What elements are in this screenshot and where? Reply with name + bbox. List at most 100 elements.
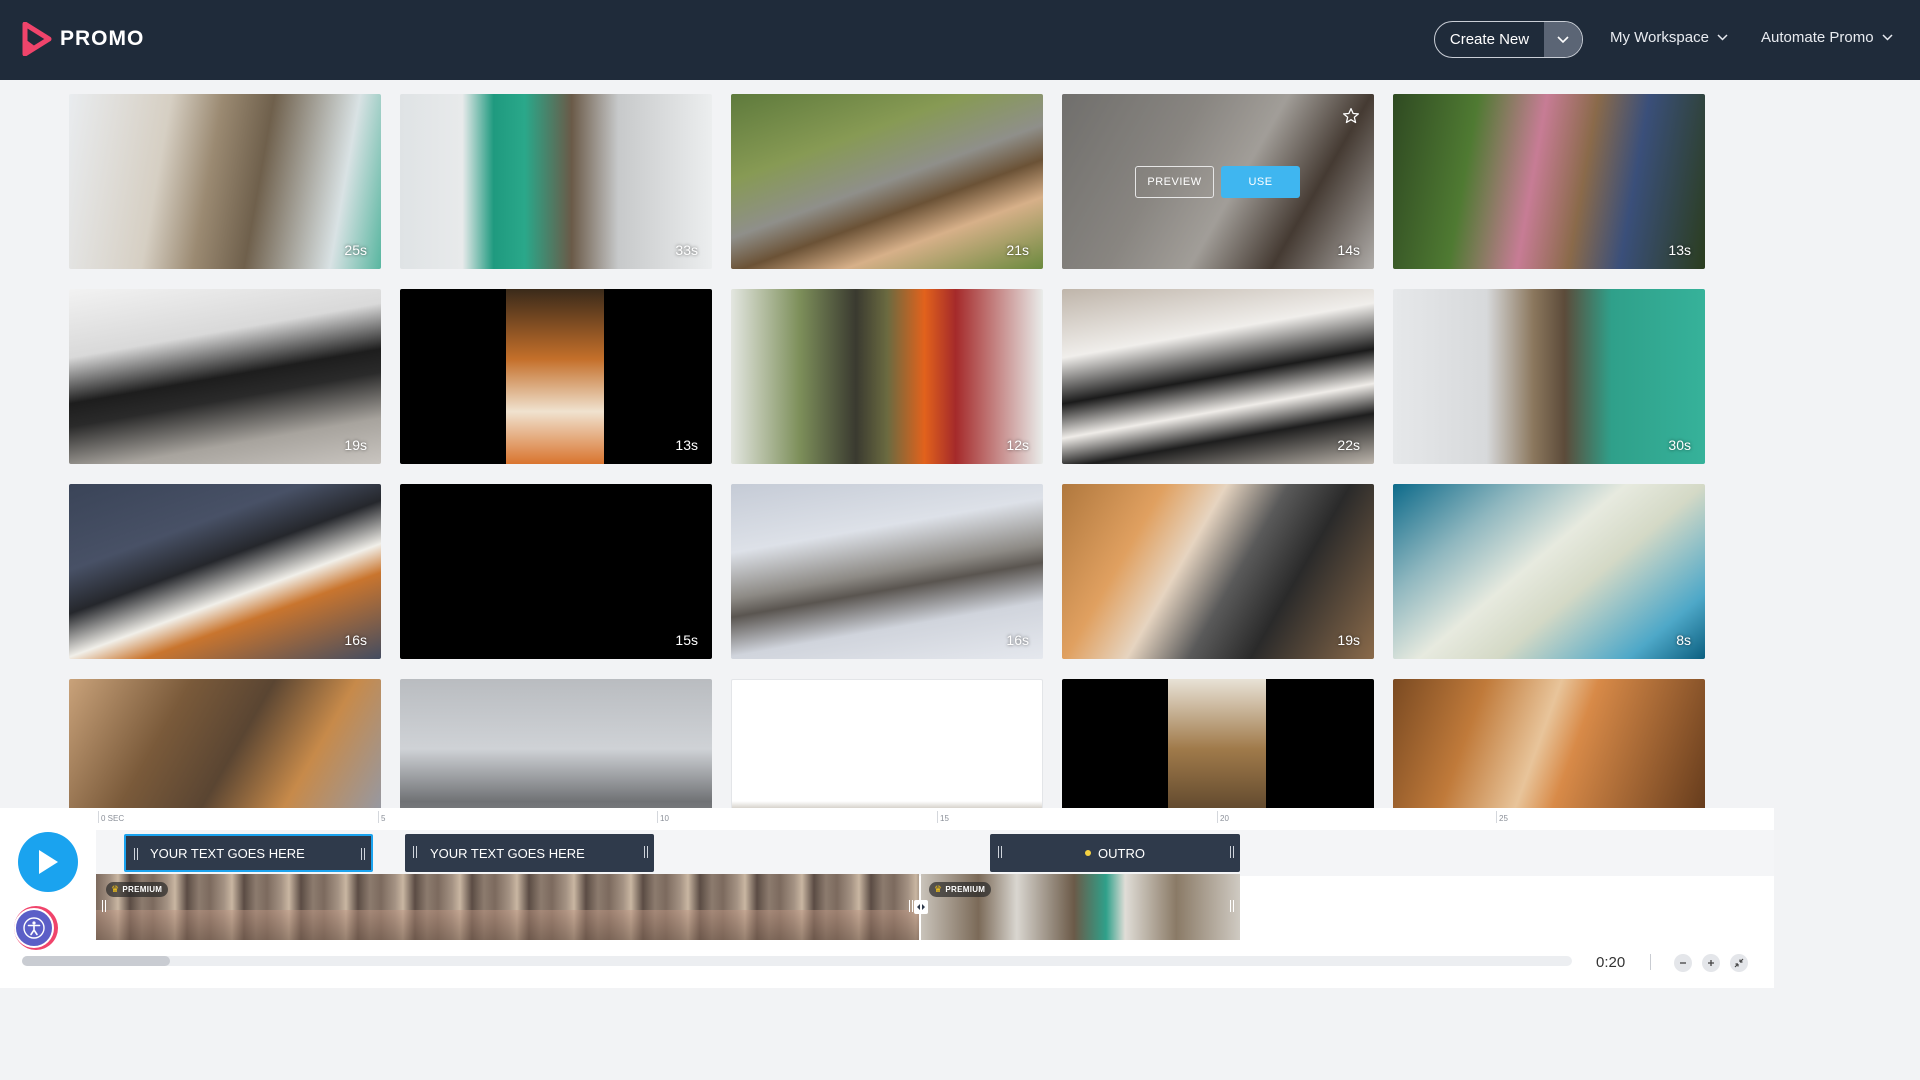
video-card[interactable]: 25s <box>69 94 381 269</box>
ruler-tick: 25 <box>1496 811 1508 823</box>
video-duration: 22s <box>1337 437 1360 453</box>
video-card[interactable]: 33s <box>400 94 712 269</box>
clip-left-handle[interactable] <box>134 848 138 860</box>
video-card[interactable]: 8s <box>1393 484 1705 659</box>
promo-logo[interactable]: PROMO <box>22 22 144 56</box>
automate-promo-label: Automate Promo <box>1761 29 1874 46</box>
plus-icon <box>1708 960 1714 966</box>
video-duration: 16s <box>1006 632 1029 648</box>
video-template-grid: 25s 33s 21s PREVIEW USE 14s 13s 19s 13s … <box>0 80 1920 808</box>
premium-label: PREMIUM <box>945 885 986 894</box>
clip-left-handle[interactable] <box>998 846 1002 858</box>
outro-clip[interactable]: OUTRO <box>990 834 1240 872</box>
video-duration: 13s <box>675 437 698 453</box>
accessibility-button[interactable] <box>14 906 58 950</box>
zoom-in-button[interactable] <box>1702 954 1720 972</box>
hover-overlay <box>1062 94 1374 269</box>
video-duration: 8s <box>1676 632 1691 648</box>
video-card[interactable] <box>1393 679 1705 808</box>
star-icon[interactable] <box>1342 107 1360 125</box>
video-duration: 13s <box>1668 242 1691 258</box>
video-card[interactable]: 16s <box>731 484 1043 659</box>
clip-left-handle[interactable] <box>413 846 417 858</box>
clip-left-handle[interactable] <box>102 900 106 912</box>
timeline-scroll-thumb[interactable] <box>22 956 170 966</box>
time-ruler[interactable]: 0 SEC 5 10 15 20 25 <box>96 810 1774 832</box>
video-duration: 16s <box>344 632 367 648</box>
crown-icon: ♛ <box>934 884 943 894</box>
video-duration: 14s <box>1337 242 1360 258</box>
video-card[interactable]: 15s <box>400 484 712 659</box>
video-card[interactable]: 21s <box>731 94 1043 269</box>
ruler-tick: 5 <box>377 811 386 823</box>
preview-button[interactable]: PREVIEW <box>1135 166 1214 198</box>
create-new-split-button: Create New <box>1434 21 1583 58</box>
text-clip-label: YOUR TEXT GOES HERE <box>430 845 585 861</box>
create-new-button[interactable]: Create New <box>1435 22 1544 57</box>
video-card-hovered[interactable]: PREVIEW USE 14s <box>1062 94 1374 269</box>
video-card[interactable] <box>731 679 1043 808</box>
video-frame <box>506 289 604 464</box>
text-clip-label: YOUR TEXT GOES HERE <box>150 845 305 861</box>
video-card[interactable]: 19s <box>69 289 381 464</box>
video-card[interactable]: 16s <box>69 484 381 659</box>
chevron-down-icon <box>1882 34 1893 41</box>
timeline-scrollbar[interactable] <box>22 956 1572 966</box>
text-track: YOUR TEXT GOES HERE YOUR TEXT GOES HERE … <box>96 830 1774 876</box>
video-duration: 19s <box>344 437 367 453</box>
fit-to-screen-button[interactable] <box>1730 954 1748 972</box>
video-duration: 19s <box>1337 632 1360 648</box>
play-button[interactable] <box>18 832 78 892</box>
text-clip[interactable]: YOUR TEXT GOES HERE <box>124 834 373 872</box>
chevron-down-icon <box>1717 34 1728 41</box>
clip-right-handle[interactable] <box>1230 846 1234 858</box>
accessibility-icon-wrap <box>14 908 54 948</box>
video-card[interactable] <box>69 679 381 808</box>
top-navigation-bar: PROMO Create New My Workspace Automate P… <box>0 0 1920 80</box>
ruler-tick: 0 SEC <box>97 811 125 823</box>
video-card[interactable]: 19s <box>1062 484 1374 659</box>
clip-right-handle[interactable] <box>361 848 365 860</box>
my-workspace-menu[interactable]: My Workspace <box>1610 29 1728 46</box>
automate-promo-menu[interactable]: Automate Promo <box>1761 29 1893 46</box>
video-duration: 15s <box>675 632 698 648</box>
accessibility-icon <box>23 917 45 939</box>
chevron-down-icon <box>1557 35 1569 43</box>
video-clip[interactable]: ♛ PREMIUM <box>921 874 1240 940</box>
video-card[interactable]: 12s <box>731 289 1043 464</box>
premium-label: PREMIUM <box>122 885 163 894</box>
video-card[interactable]: 13s <box>400 289 712 464</box>
video-clip[interactable]: ♛ PREMIUM <box>96 874 919 940</box>
collapse-arrows-icon <box>1734 958 1744 968</box>
my-workspace-label: My Workspace <box>1610 29 1709 46</box>
video-card[interactable]: 30s <box>1393 289 1705 464</box>
create-new-dropdown-toggle[interactable] <box>1544 22 1582 57</box>
ruler-tick: 15 <box>937 811 949 823</box>
zoom-out-button[interactable] <box>1674 954 1692 972</box>
use-button[interactable]: USE <box>1221 166 1300 198</box>
video-card[interactable]: 13s <box>1393 94 1705 269</box>
video-duration: 25s <box>344 242 367 258</box>
clip-right-handle[interactable] <box>909 900 913 912</box>
video-card[interactable] <box>400 679 712 808</box>
total-duration: 0:20 <box>1596 954 1626 971</box>
transition-swap-icon <box>917 904 925 910</box>
clip-right-handle[interactable] <box>644 846 648 858</box>
video-frame <box>1168 679 1266 808</box>
ruler-tick: 20 <box>1217 811 1229 823</box>
clip-right-handle[interactable] <box>1230 900 1234 912</box>
promo-logo-icon <box>22 22 52 56</box>
outro-clip-label: OUTRO <box>1098 845 1145 861</box>
transition-icon[interactable] <box>914 900 928 914</box>
premium-badge: ♛ PREMIUM <box>929 882 992 897</box>
outro-dot-icon <box>1085 850 1092 856</box>
video-duration: 30s <box>1668 437 1691 453</box>
clip-scene-shade <box>96 910 919 940</box>
ruler-tick: 10 <box>657 811 669 823</box>
video-duration: 12s <box>1006 437 1029 453</box>
text-clip[interactable]: YOUR TEXT GOES HERE <box>405 834 654 872</box>
video-card[interactable]: 22s <box>1062 289 1374 464</box>
premium-badge: ♛ PREMIUM <box>106 882 169 897</box>
play-icon <box>39 850 58 874</box>
video-card[interactable] <box>1062 679 1374 808</box>
